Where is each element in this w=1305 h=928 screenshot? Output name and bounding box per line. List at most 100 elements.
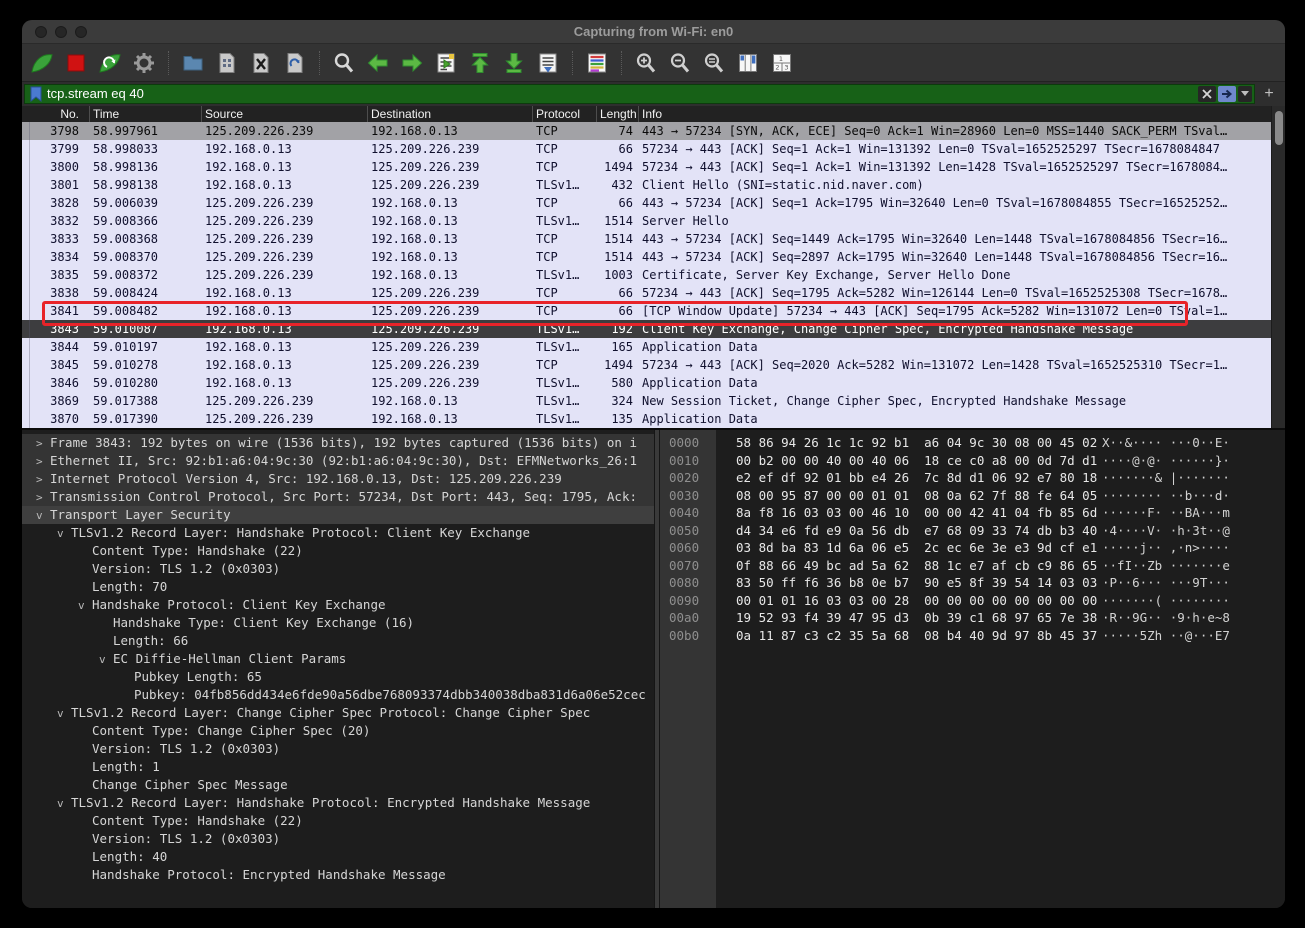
hex-row[interactable]: 0050 d4 34 e6 fd e9 0a 56 db e7 68 09 33 … — [660, 522, 1285, 540]
collapse-arrow-icon[interactable]: v — [57, 525, 71, 542]
packet-row[interactable]: 3844 59.010197 192.168.0.13 125.209.226.239… — [22, 338, 1271, 356]
add-filter-button[interactable]: + — [1261, 85, 1277, 103]
packet-row[interactable]: 3846 59.010280 192.168.0.13 125.209.226.239… — [22, 374, 1271, 392]
column-header-info[interactable]: Info — [638, 106, 1285, 122]
detail-row[interactable]: Content Type: Handshake (22) — [22, 812, 654, 830]
hex-row[interactable]: 0060 03 8d ba 83 1d 6a 06 e5 2c ec 6e 3e … — [660, 539, 1285, 557]
detail-row[interactable]: Length: 40 — [22, 848, 654, 866]
expand-arrow-icon[interactable]: > — [36, 471, 50, 488]
hex-row[interactable]: 00a0 19 52 93 f4 39 47 95 d3 0b 39 c1 68 … — [660, 609, 1285, 627]
hex-row[interactable]: 00b0 0a 11 87 c3 c2 35 5a 68 08 b4 40 9d … — [660, 627, 1285, 645]
go-forward-button[interactable] — [398, 49, 426, 77]
expand-arrow-icon[interactable]: > — [36, 453, 50, 470]
packet-row[interactable]: 3799 58.998033 192.168.0.13 125.209.226.239… — [22, 140, 1271, 158]
column-header-destination[interactable]: Destination — [367, 106, 532, 122]
hex-row[interactable]: 0080 83 50 ff f6 36 b8 0e b7 90 e5 8f 39 … — [660, 574, 1285, 592]
hex-row[interactable]: 0000 58 86 94 26 1c 1c 92 b1 a6 04 9c 30 … — [660, 434, 1285, 452]
column-header-no[interactable]: No. — [22, 106, 89, 122]
detail-row[interactable]: Length: 1 — [22, 758, 654, 776]
hex-row[interactable]: 0070 0f 88 66 49 bc ad 5a 62 88 1c e7 af … — [660, 557, 1285, 575]
column-header-time[interactable]: Time — [89, 106, 201, 122]
zoom-in-button[interactable] — [632, 49, 660, 77]
apply-filter-button[interactable] — [1218, 85, 1236, 102]
go-first-packet-button[interactable] — [466, 49, 494, 77]
go-back-button[interactable] — [364, 49, 392, 77]
packet-row[interactable]: 3801 58.998138 192.168.0.13 125.209.226.239… — [22, 176, 1271, 194]
auto-scroll-button[interactable] — [534, 49, 562, 77]
packet-row[interactable]: 3832 59.008366 125.209.226.239 192.168.0.13… — [22, 212, 1271, 230]
detail-row[interactable]: Change Cipher Spec Message — [22, 776, 654, 794]
detail-row[interactable]: > Transmission Control Protocol, Src Port… — [22, 488, 654, 506]
display-filter-field[interactable] — [24, 83, 1255, 104]
expand-arrow-icon[interactable]: > — [36, 435, 50, 452]
detail-row[interactable]: v EC Diffie-Hellman Client Params — [22, 650, 654, 668]
close-file-button[interactable] — [247, 49, 275, 77]
find-packet-button[interactable] — [330, 49, 358, 77]
hex-row[interactable]: 0030 08 00 95 87 00 00 01 01 08 0a 62 7f … — [660, 487, 1285, 505]
bookmark-icon[interactable] — [25, 85, 47, 103]
collapse-arrow-icon[interactable]: v — [78, 597, 92, 614]
zoom-out-button[interactable] — [666, 49, 694, 77]
packet-row[interactable]: 3838 59.008424 192.168.0.13 125.209.226.239… — [22, 284, 1271, 302]
detail-row[interactable]: Version: TLS 1.2 (0x0303) — [22, 560, 654, 578]
resize-columns-button[interactable] — [734, 49, 762, 77]
layout-chooser-button[interactable]: 123 — [768, 49, 796, 77]
expand-arrow-icon[interactable]: > — [36, 489, 50, 506]
detail-row[interactable]: > Ethernet II, Src: 92:b1:a6:04:9c:30 (92… — [22, 452, 654, 470]
scrollbar-thumb[interactable] — [1275, 111, 1283, 145]
collapse-arrow-icon[interactable]: v — [57, 795, 71, 812]
detail-row[interactable]: v Transport Layer Security — [22, 506, 654, 524]
capture-options-button[interactable] — [130, 49, 158, 77]
packet-row[interactable]: 3833 59.008368 125.209.226.239 192.168.0.13… — [22, 230, 1271, 248]
packet-row[interactable]: 3834 59.008370 125.209.226.239 192.168.0.13… — [22, 248, 1271, 266]
reload-file-button[interactable] — [281, 49, 309, 77]
clear-filter-button[interactable] — [1198, 85, 1216, 102]
detail-row[interactable]: Pubkey Length: 65 — [22, 668, 654, 686]
packet-row[interactable]: 3845 59.010278 192.168.0.13 125.209.226.239… — [22, 356, 1271, 374]
detail-row[interactable]: Handshake Protocol: Encrypted Handshake … — [22, 866, 654, 884]
packet-list-scrollbar[interactable] — [1271, 106, 1285, 428]
collapse-arrow-icon[interactable]: v — [36, 507, 50, 524]
packet-row[interactable]: 3869 59.017388 125.209.226.239 192.168.0.13… — [22, 392, 1271, 410]
hex-row[interactable]: 0010 00 b2 00 00 40 00 40 06 18 ce c0 a8 … — [660, 452, 1285, 470]
detail-row[interactable]: Content Type: Change Cipher Spec (20) — [22, 722, 654, 740]
detail-row[interactable]: v TLSv1.2 Record Layer: Handshake Protoco… — [22, 794, 654, 812]
display-filter-input[interactable] — [47, 86, 1198, 101]
detail-row[interactable]: Content Type: Handshake (22) — [22, 542, 654, 560]
detail-row[interactable]: Version: TLS 1.2 (0x0303) — [22, 830, 654, 848]
go-to-packet-button[interactable] — [432, 49, 460, 77]
filter-dropdown-button[interactable] — [1238, 85, 1252, 102]
packet-row[interactable]: 3843 59.010087 192.168.0.13 125.209.226.239… — [22, 320, 1271, 338]
restart-capture-button[interactable] — [96, 49, 124, 77]
hex-row[interactable]: 0040 8a f8 16 03 03 00 46 10 00 00 42 41 … — [660, 504, 1285, 522]
collapse-arrow-icon[interactable]: v — [57, 705, 71, 722]
detail-row[interactable]: Handshake Type: Client Key Exchange (16) — [22, 614, 654, 632]
zoom-reset-button[interactable] — [700, 49, 728, 77]
column-header-source[interactable]: Source — [201, 106, 367, 122]
column-header-protocol[interactable]: Protocol — [532, 106, 596, 122]
detail-row[interactable]: Pubkey: 04fb856dd434e6fde90a56dbe7680933… — [22, 686, 654, 704]
packet-row[interactable]: 3800 58.998136 192.168.0.13 125.209.226.239… — [22, 158, 1271, 176]
colorize-packets-button[interactable] — [583, 49, 611, 77]
go-last-packet-button[interactable] — [500, 49, 528, 77]
packet-row[interactable]: 3835 59.008372 125.209.226.239 192.168.0.13… — [22, 266, 1271, 284]
start-capture-button[interactable] — [28, 49, 56, 77]
detail-row[interactable]: Length: 66 — [22, 632, 654, 650]
save-file-button[interactable] — [213, 49, 241, 77]
detail-row[interactable]: > Internet Protocol Version 4, Src: 192.1… — [22, 470, 654, 488]
hex-row[interactable]: 0020 e2 ef df 92 01 bb e4 26 7c 8d d1 06 … — [660, 469, 1285, 487]
detail-row[interactable]: v Handshake Protocol: Client Key Exchange — [22, 596, 654, 614]
open-file-button[interactable] — [179, 49, 207, 77]
stop-capture-button[interactable] — [62, 49, 90, 77]
packet-row[interactable]: 3841 59.008482 192.168.0.13 125.209.226.239… — [22, 302, 1271, 320]
column-header-length[interactable]: Length — [596, 106, 638, 122]
packet-row[interactable]: 3870 59.017390 125.209.226.239 192.168.0.13… — [22, 410, 1271, 428]
hex-row[interactable]: 0090 00 01 01 16 03 03 00 28 00 00 00 00 … — [660, 592, 1285, 610]
collapse-arrow-icon[interactable]: v — [99, 651, 113, 668]
packet-row[interactable]: 3798 58.997961 125.209.226.239 192.168.0.13… — [22, 122, 1271, 140]
detail-row[interactable]: v TLSv1.2 Record Layer: Handshake Protoco… — [22, 524, 654, 542]
detail-row[interactable]: Version: TLS 1.2 (0x0303) — [22, 740, 654, 758]
detail-row[interactable]: Length: 70 — [22, 578, 654, 596]
packet-row[interactable]: 3828 59.006039 125.209.226.239 192.168.0.13… — [22, 194, 1271, 212]
detail-row[interactable]: v TLSv1.2 Record Layer: Change Cipher Spe… — [22, 704, 654, 722]
